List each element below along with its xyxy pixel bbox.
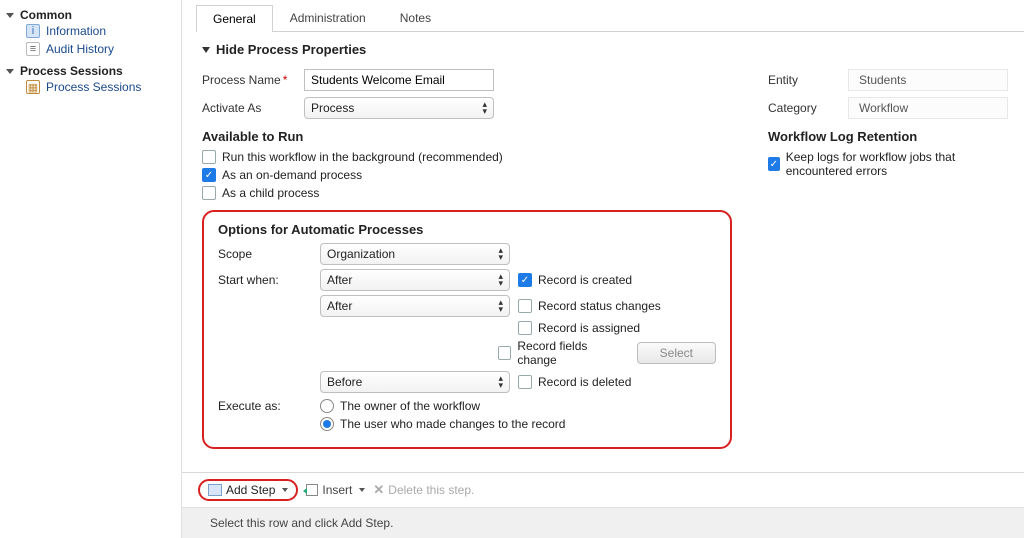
select-arrows-icon: ▴▾ xyxy=(498,299,503,313)
record-created-label: Record is created xyxy=(538,273,632,287)
available-to-run-heading: Available to Run xyxy=(202,129,732,144)
record-status-label: Record status changes xyxy=(538,299,661,313)
record-assigned-checkbox[interactable] xyxy=(518,321,532,335)
category-label: Category xyxy=(768,101,848,115)
chevron-down-icon xyxy=(6,13,14,18)
activate-as-select[interactable]: Process ▴▾ xyxy=(304,97,494,119)
sidebar-group-label: Common xyxy=(20,8,72,22)
sidebar-group-process-sessions[interactable]: Process Sessions xyxy=(6,64,175,78)
select-value: After xyxy=(327,299,352,313)
entity-value: Students xyxy=(848,69,1008,91)
sidebar: Common i Information ≡ Audit History Pro… xyxy=(0,0,182,538)
keep-logs-checkbox[interactable]: ✓ xyxy=(768,157,780,171)
sidebar-group-common[interactable]: Common xyxy=(6,8,175,22)
sidebar-item-audit-history[interactable]: ≡ Audit History xyxy=(6,40,175,58)
tab-bar: General Administration Notes xyxy=(196,4,1024,32)
chevron-down-icon xyxy=(6,69,14,74)
sidebar-item-label: Information xyxy=(46,24,106,38)
step-toolbar: Add Step Insert ✕ Delete this step. xyxy=(182,473,1024,507)
execute-as-user-radio[interactable] xyxy=(320,417,334,431)
record-fields-checkbox[interactable] xyxy=(498,346,511,360)
record-fields-label: Record fields change xyxy=(517,339,622,367)
steps-placeholder-row[interactable]: Select this row and click Add Step. xyxy=(182,507,1024,538)
execute-as-label: Execute as: xyxy=(218,399,320,413)
select-arrows-icon: ▴▾ xyxy=(498,247,503,261)
add-step-button[interactable]: Add Step xyxy=(198,479,298,501)
start-when-after-select-1[interactable]: After ▴▾ xyxy=(320,269,510,291)
execute-as-user-label: The user who made changes to the record xyxy=(340,417,565,431)
start-when-after-select-2[interactable]: After ▴▾ xyxy=(320,295,510,317)
insert-label: Insert xyxy=(322,483,352,497)
sessions-icon: ▦ xyxy=(26,80,40,94)
record-assigned-label: Record is assigned xyxy=(538,321,640,335)
start-when-before-select[interactable]: Before ▴▾ xyxy=(320,371,510,393)
insert-button[interactable]: Insert xyxy=(306,483,365,497)
activate-as-label: Activate As xyxy=(202,101,304,115)
select-value: Organization xyxy=(327,247,395,261)
add-step-icon xyxy=(208,484,222,496)
run-background-checkbox[interactable] xyxy=(202,150,216,164)
main-area: General Administration Notes Hide Proces… xyxy=(182,0,1024,538)
delete-icon: ✕ xyxy=(373,482,384,498)
hide-process-properties-toggle[interactable]: Hide Process Properties xyxy=(202,42,1008,57)
record-deleted-label: Record is deleted xyxy=(538,375,631,389)
category-value: Workflow xyxy=(848,97,1008,119)
process-name-input[interactable] xyxy=(304,69,494,91)
sidebar-item-information[interactable]: i Information xyxy=(6,22,175,40)
delete-step-label: Delete this step. xyxy=(388,483,474,497)
entity-label: Entity xyxy=(768,73,848,87)
tab-content: Hide Process Properties Process Name* Ac… xyxy=(182,32,1024,538)
record-status-checkbox[interactable] xyxy=(518,299,532,313)
chevron-down-icon xyxy=(282,488,288,492)
chevron-down-icon xyxy=(359,488,365,492)
run-background-label: Run this workflow in the background (rec… xyxy=(222,150,503,164)
automatic-options-box: Options for Automatic Processes Scope Or… xyxy=(202,210,732,449)
record-deleted-checkbox[interactable] xyxy=(518,375,532,389)
execute-as-owner-radio[interactable] xyxy=(320,399,334,413)
sidebar-item-label: Process Sessions xyxy=(46,80,141,94)
select-value: After xyxy=(327,273,352,287)
delete-step-button[interactable]: ✕ Delete this step. xyxy=(373,482,474,498)
options-heading: Options for Automatic Processes xyxy=(218,222,716,237)
start-when-label: Start when: xyxy=(218,273,320,287)
sidebar-item-label: Audit History xyxy=(46,42,114,56)
hide-props-label: Hide Process Properties xyxy=(216,42,366,57)
child-process-label: As a child process xyxy=(222,186,319,200)
on-demand-checkbox[interactable]: ✓ xyxy=(202,168,216,182)
audit-icon: ≡ xyxy=(26,42,40,56)
record-created-checkbox[interactable]: ✓ xyxy=(518,273,532,287)
tab-general[interactable]: General xyxy=(196,5,273,32)
tab-administration[interactable]: Administration xyxy=(273,4,383,31)
insert-icon xyxy=(306,484,318,496)
select-arrows-icon: ▴▾ xyxy=(498,273,503,287)
on-demand-label: As an on-demand process xyxy=(222,168,362,182)
add-step-label: Add Step xyxy=(226,483,275,497)
log-retention-heading: Workflow Log Retention xyxy=(768,129,1008,144)
sidebar-item-process-sessions[interactable]: ▦ Process Sessions xyxy=(6,78,175,96)
tab-notes[interactable]: Notes xyxy=(383,4,448,31)
execute-as-owner-label: The owner of the workflow xyxy=(340,399,480,413)
scope-select[interactable]: Organization ▴▾ xyxy=(320,243,510,265)
child-process-checkbox[interactable] xyxy=(202,186,216,200)
info-icon: i xyxy=(26,24,40,38)
fields-select-button[interactable]: Select xyxy=(637,342,716,364)
select-value: Before xyxy=(327,375,362,389)
sidebar-group-label: Process Sessions xyxy=(20,64,123,78)
steps-panel: Add Step Insert ✕ Delete this step. Sele… xyxy=(182,472,1024,538)
select-arrows-icon: ▴▾ xyxy=(498,375,503,389)
process-name-label: Process Name* xyxy=(202,73,304,87)
select-arrows-icon: ▴▾ xyxy=(482,101,487,115)
select-value: Process xyxy=(311,101,354,115)
keep-logs-label: Keep logs for workflow jobs that encount… xyxy=(786,150,1008,178)
chevron-down-icon xyxy=(202,47,210,53)
scope-label: Scope xyxy=(218,247,320,261)
